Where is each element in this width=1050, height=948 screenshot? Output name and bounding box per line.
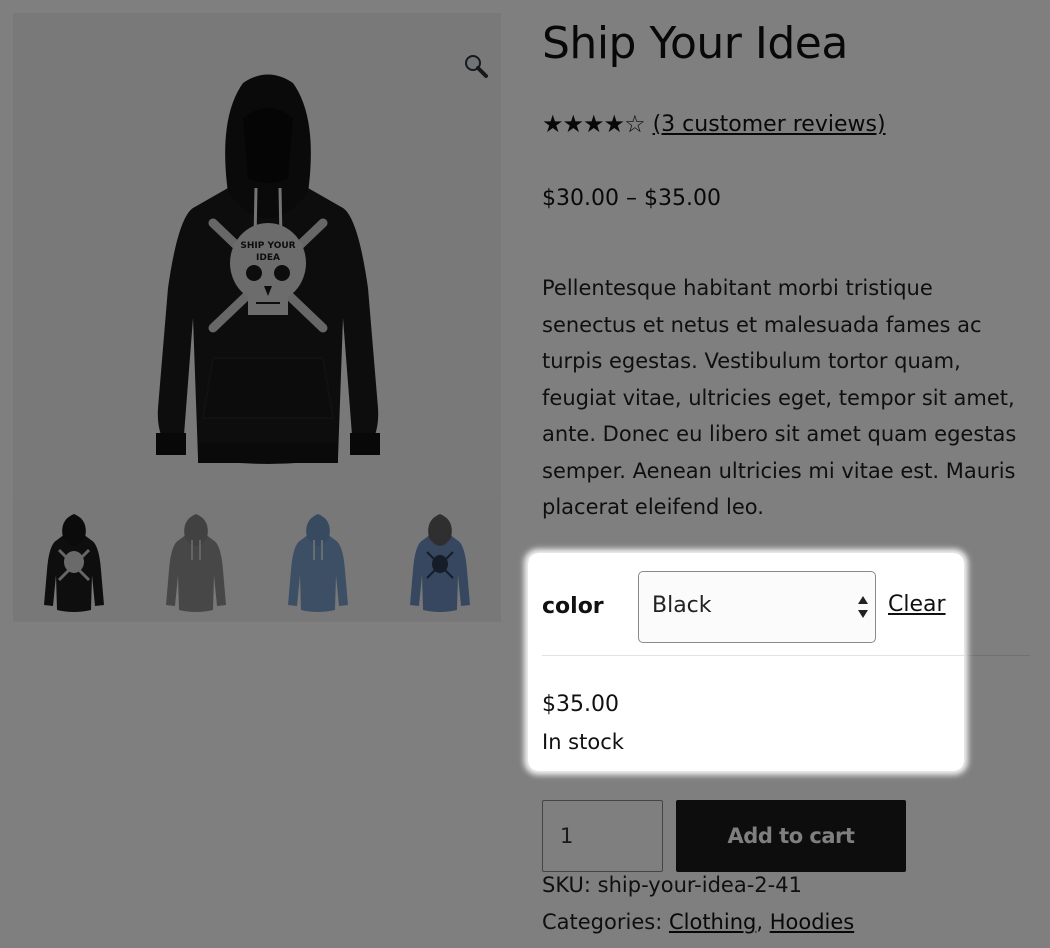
category-link-hoodies[interactable]: Hoodies (770, 910, 855, 934)
category-separator: , (756, 910, 770, 934)
select-arrows-icon (858, 596, 868, 618)
select-value: Black (652, 593, 712, 618)
product-description: Pellentesque habitant morbi tristique se… (542, 276, 1017, 519)
hoodie-thumbnail-image (410, 513, 470, 612)
color-select[interactable]: Black (638, 571, 876, 643)
thumbnail-3[interactable] (257, 501, 379, 622)
quantity-input[interactable] (542, 800, 663, 872)
zoom-button[interactable] (461, 51, 491, 81)
sku-value: ship-your-idea-2-41 (597, 873, 802, 897)
sku-label: SKU: (542, 873, 591, 897)
reviews-link[interactable]: (3 customer reviews) (653, 112, 886, 137)
clear-link[interactable]: Clear (888, 592, 946, 617)
category-link-clothing[interactable]: Clothing (669, 910, 756, 934)
categories-label: Categories: (542, 910, 663, 934)
hoodie-thumbnail-image (288, 513, 348, 612)
add-to-cart-button[interactable]: Add to cart (676, 800, 906, 872)
variant-price: $35.00 (542, 692, 619, 717)
product-main-image[interactable]: SHIP YOUR IDEA (13, 13, 501, 501)
magnifier-icon (465, 55, 488, 78)
gallery-thumbnails (13, 501, 501, 622)
sku-line: SKU: ship-your-idea-2-41 (542, 873, 802, 897)
thumbnail-2[interactable] (135, 501, 257, 622)
svg-text:IDEA: IDEA (256, 253, 280, 263)
stock-status: In stock (542, 730, 624, 754)
product-title: Ship Your Idea (542, 18, 848, 69)
hoodie-image: SHIP YOUR IDEA (156, 74, 380, 464)
star-rating-icon: ★★★★☆ (542, 110, 646, 138)
variations-form: color Black Clear (542, 571, 1030, 656)
variation-label: color (542, 594, 604, 619)
thumbnail-1[interactable] (13, 501, 135, 622)
hoodie-thumbnail-image (44, 513, 104, 612)
price-range: $30.00 – $35.00 (542, 186, 721, 211)
thumbnail-4[interactable] (379, 501, 501, 622)
categories-line: Categories: Clothing, Hoodies (542, 910, 854, 934)
product-rating: ★★★★☆ (3 customer reviews) (542, 108, 886, 140)
svg-text:SHIP YOUR: SHIP YOUR (240, 241, 295, 251)
hoodie-thumbnail-image (166, 513, 226, 612)
